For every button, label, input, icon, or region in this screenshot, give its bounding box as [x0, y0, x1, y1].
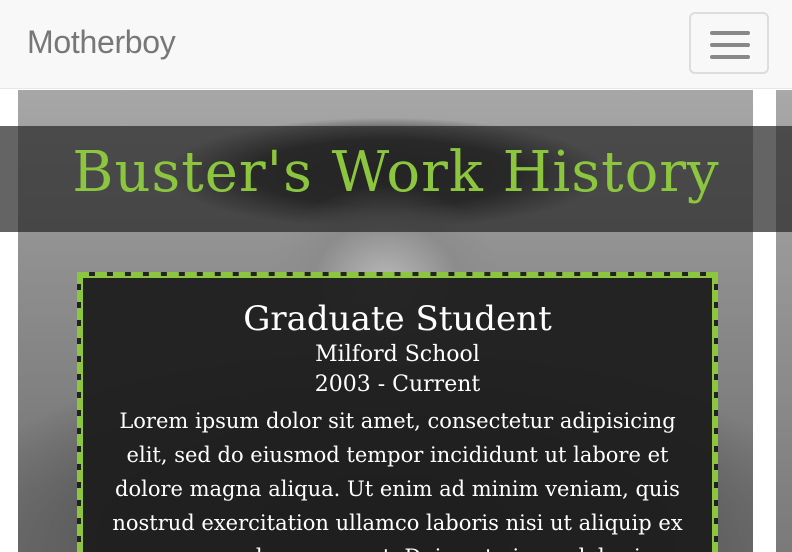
job-dates: 2003 - Current — [314, 372, 481, 397]
job-organization: Milford School — [315, 342, 480, 367]
brand-link[interactable]: Motherboy — [27, 24, 176, 61]
menu-toggle-button[interactable] — [689, 12, 769, 74]
job-title: Graduate Student — [243, 299, 552, 339]
navbar: Motherboy — [0, 0, 792, 89]
page-title: Buster's Work History — [72, 140, 720, 205]
job-description: Lorem ipsum dolor sit amet, consectetur … — [112, 409, 683, 552]
job-card: Graduate Student Milford School 2003 - C… — [77, 272, 718, 552]
